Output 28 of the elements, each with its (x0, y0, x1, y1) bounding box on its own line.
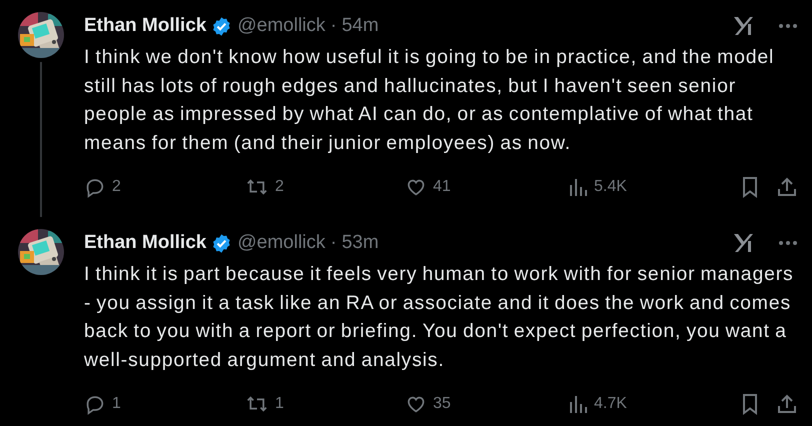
share-icon[interactable] (776, 393, 798, 415)
logo-icon[interactable] (733, 15, 755, 37)
bookmark-icon[interactable] (740, 393, 760, 415)
author-name[interactable]: Ethan Mollick (84, 15, 206, 37)
bookmark-icon[interactable] (740, 176, 760, 198)
reply-count: 2 (112, 178, 121, 196)
view-count: 5.4K (594, 178, 627, 196)
like-count: 35 (433, 395, 451, 413)
repost-count: 1 (275, 395, 284, 413)
more-icon[interactable] (778, 240, 798, 246)
tweet-text: I think we don't know how useful it is going to be in practice, and the model still has lots of rough edges and hallucinates, but I haven't seen senior people as impressed by what AI can do, or as contemplative of what that means for them (and their junior employees) as now. (84, 45, 776, 156)
tweet-text: I think it is part because it feels very human to work with for senior managers - you assign it a task like an RA or associate and it does the work and comes back to you with a report or briefing. You don't expect perfection, you want a well-supported argument and analysis. (84, 262, 795, 372)
author-name[interactable]: Ethan Mollick (84, 232, 206, 254)
handle-text[interactable]: @emollick (237, 232, 326, 254)
separator-text: · (330, 232, 337, 254)
reply-count: 1 (112, 395, 121, 413)
like-count: 41 (433, 178, 451, 196)
logo-icon[interactable] (733, 232, 755, 254)
timestamp[interactable]: 54m (342, 15, 379, 37)
handle-text[interactable]: @emollick (237, 15, 326, 37)
bar-chart-icon[interactable] (568, 176, 588, 198)
more-icon[interactable] (778, 23, 798, 29)
share-icon[interactable] (776, 176, 798, 198)
view-count: 4.7K (594, 395, 627, 413)
repost-count: 2 (275, 178, 284, 196)
bar-chart-icon[interactable] (568, 393, 588, 415)
separator-text: · (330, 15, 337, 37)
timestamp[interactable]: 53m (342, 232, 379, 254)
